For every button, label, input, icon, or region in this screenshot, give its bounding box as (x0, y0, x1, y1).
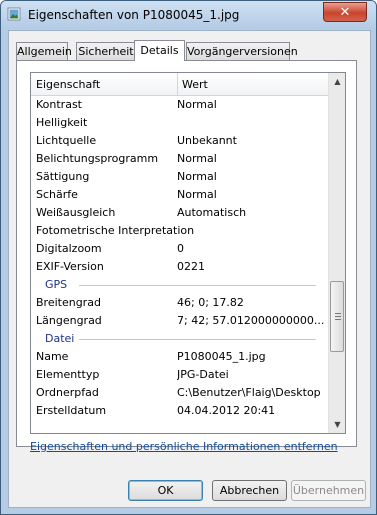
property-value[interactable]: JPG-Datei (177, 368, 327, 381)
column-header-value[interactable]: Wert (182, 78, 208, 91)
list-item[interactable]: Lichtquelle Unbekannt (31, 132, 328, 150)
list-item[interactable]: Digitalzoom 0 (31, 240, 328, 258)
property-value[interactable]: 46; 0; 17.82 (177, 296, 327, 309)
property-name: Fotometrische Interpretation (36, 224, 195, 237)
list-item[interactable]: Erstelldatum 04.04.2012 20:41 (31, 402, 328, 420)
list-item[interactable]: Weißausgleich Automatisch (31, 204, 328, 222)
property-name: Weißausgleich (36, 206, 116, 219)
list-item[interactable]: Elementtyp JPG-Datei (31, 366, 328, 384)
tab-details[interactable]: Details (134, 40, 185, 61)
property-value[interactable]: Normal (177, 152, 327, 165)
property-value[interactable]: C:\Benutzer\Flaig\Desktop (177, 386, 327, 399)
remove-properties-link[interactable]: Eigenschaften und persönliche Informatio… (30, 440, 338, 453)
property-value[interactable]: 0221 (177, 260, 327, 273)
dialog-body: Allgemein Sicherheit Details Vorgängerve… (8, 30, 371, 508)
group-header: GPS (31, 276, 328, 294)
column-header-property[interactable]: Eigenschaft (36, 78, 100, 91)
property-name: Breitengrad (36, 296, 101, 309)
property-name: EXIF-Version (36, 260, 104, 273)
list-item[interactable]: Helligkeit (31, 114, 328, 132)
property-name: Erstelldatum (36, 404, 107, 417)
property-name: Sättigung (36, 170, 90, 183)
scroll-up-icon[interactable]: ▲ (329, 73, 345, 90)
property-value[interactable]: P1080045_1.jpg (177, 350, 327, 363)
tab-sicherheit[interactable]: Sicherheit (76, 42, 136, 60)
group-divider (79, 285, 316, 286)
group-divider (79, 339, 316, 340)
list-item[interactable]: Fotometrische Interpretation (31, 222, 328, 240)
group-label: GPS (45, 278, 68, 291)
list-item[interactable]: Name P1080045_1.jpg (31, 348, 328, 366)
group-header: Datei (31, 330, 328, 348)
tab-vorgaengerversionen[interactable]: Vorgängerversionen (186, 42, 298, 60)
column-divider[interactable] (177, 73, 178, 95)
list-item[interactable]: Breitengrad 46; 0; 17.82 (31, 294, 328, 312)
property-value[interactable]: 04.04.2012 20:41 (177, 404, 327, 417)
cancel-button[interactable]: Abbrechen (212, 480, 287, 501)
scroll-down-icon[interactable]: ▼ (329, 416, 345, 433)
list-item[interactable]: Schärfe Normal (31, 186, 328, 204)
tab-allgemein[interactable]: Allgemein (16, 42, 72, 60)
property-name: Helligkeit (36, 116, 88, 129)
grip-line (335, 313, 341, 314)
grip-line (335, 316, 341, 317)
window-title: Eigenschaften von P1080045_1.jpg (28, 8, 240, 22)
scrollbar-thumb[interactable] (330, 281, 344, 352)
grip-line (335, 319, 341, 320)
property-value[interactable]: Normal (177, 98, 327, 111)
list-item[interactable]: Sättigung Normal (31, 168, 328, 186)
list-header: Eigenschaft Wert (31, 73, 328, 96)
property-name: Kontrast (36, 98, 82, 111)
list-item[interactable]: Belichtungsprogramm Normal (31, 150, 328, 168)
property-value[interactable]: 7; 42; 57.012000000000... (177, 314, 327, 327)
property-name: Schärfe (36, 188, 78, 201)
image-file-icon (7, 7, 21, 21)
details-panel: Eigenschaft Wert Kontrast Normal Helligkei… (16, 60, 357, 447)
group-label: Datei (45, 332, 75, 345)
ok-button[interactable]: OK (128, 480, 203, 501)
apply-button[interactable]: Übernehmen (291, 480, 366, 501)
property-value[interactable]: Normal (177, 170, 327, 183)
property-name: Digitalzoom (36, 242, 102, 255)
property-list[interactable]: Eigenschaft Wert Kontrast Normal Helligkei… (30, 72, 346, 434)
list-item[interactable]: EXIF-Version 0221 (31, 258, 328, 276)
property-value[interactable]: Automatisch (177, 206, 327, 219)
properties-window: Eigenschaften von P1080045_1.jpg ✕ Allge… (0, 0, 377, 515)
close-icon: ✕ (339, 4, 351, 20)
property-value[interactable]: Unbekannt (177, 134, 327, 147)
list-item[interactable]: Längengrad 7; 42; 57.012000000000... (31, 312, 328, 330)
property-name: Elementtyp (36, 368, 100, 381)
property-name: Ordnerpfad (36, 386, 99, 399)
property-name: Längengrad (36, 314, 102, 327)
property-name: Name (36, 350, 69, 363)
property-value[interactable]: 0 (177, 242, 327, 255)
list-item[interactable]: Kontrast Normal (31, 96, 328, 114)
property-value[interactable]: Normal (177, 188, 327, 201)
vertical-scrollbar[interactable]: ▲ ▼ (328, 73, 345, 433)
property-name: Lichtquelle (36, 134, 97, 147)
property-name: Belichtungsprogramm (36, 152, 159, 165)
close-button[interactable]: ✕ (323, 2, 367, 22)
list-item[interactable]: Ordnerpfad C:\Benutzer\Flaig\Desktop (31, 384, 328, 402)
title-bar[interactable]: Eigenschaften von P1080045_1.jpg ✕ (1, 1, 376, 29)
